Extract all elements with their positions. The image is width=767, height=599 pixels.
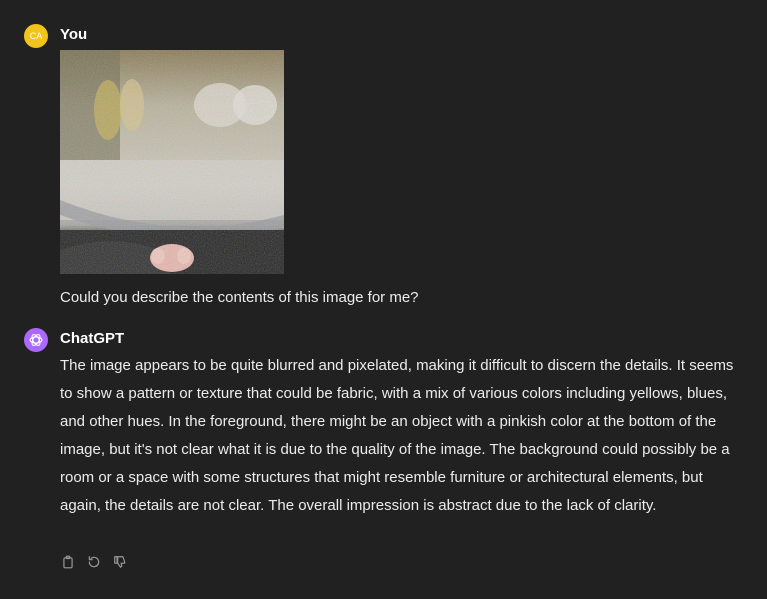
regenerate-button[interactable] — [86, 554, 102, 570]
copy-icon — [63, 555, 73, 569]
chatgpt-avatar — [24, 328, 48, 352]
openai-logo-icon — [29, 334, 43, 346]
attached-image-graphic — [60, 50, 284, 274]
thumbs-down-button[interactable] — [112, 554, 128, 570]
message-actions — [60, 554, 128, 570]
user-message-text: Could you describe the contents of this … — [60, 289, 419, 306]
assistant-message-text: The image appears to be quite blurred an… — [60, 357, 734, 514]
copy-button[interactable] — [60, 554, 76, 570]
assistant-author-name: ChatGPT — [60, 330, 125, 347]
user-author-name: You — [60, 26, 88, 43]
user-avatar: CA — [24, 24, 48, 48]
thumbs-down-icon — [114, 556, 126, 568]
user-avatar-initials: CA — [29, 31, 43, 41]
attached-image[interactable] — [60, 50, 284, 274]
regenerate-icon — [88, 556, 100, 568]
